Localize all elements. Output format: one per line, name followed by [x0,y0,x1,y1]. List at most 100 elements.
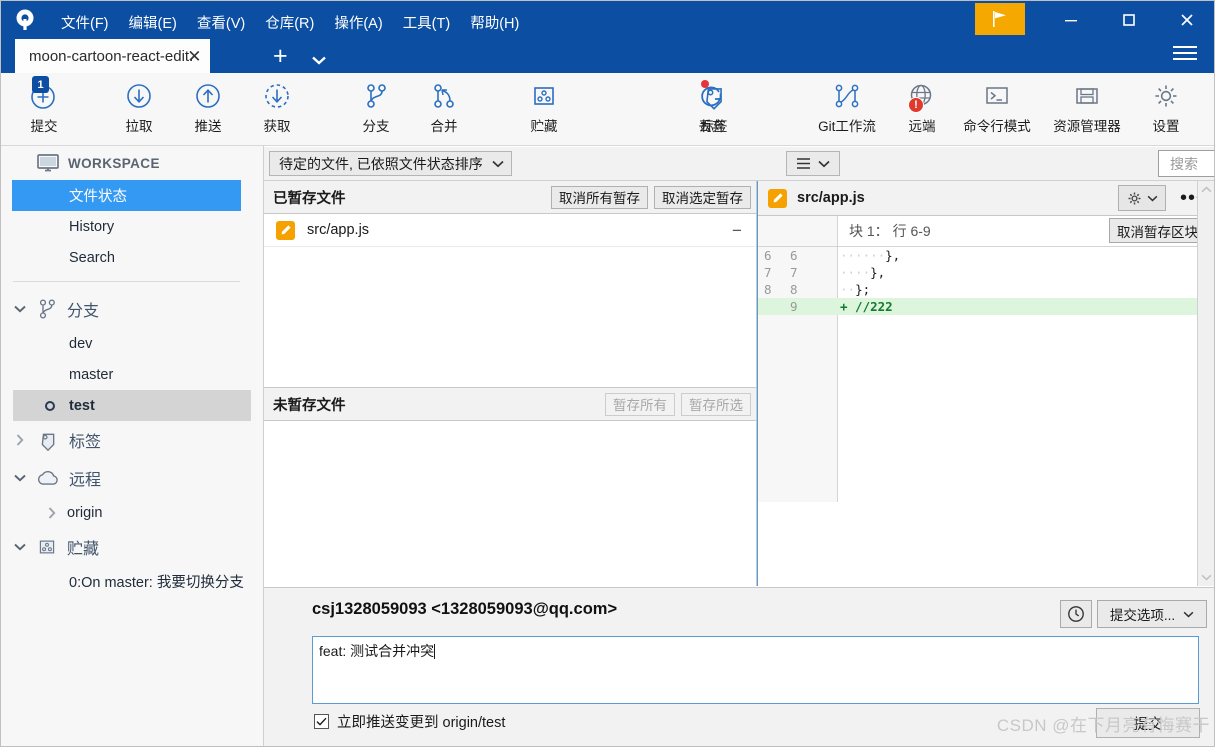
branch-label: test [69,398,95,414]
tab-list-dropdown-button[interactable] [312,52,326,70]
diff-settings-button[interactable] [1118,185,1166,211]
close-icon [1179,12,1195,28]
toolbar-branch-button[interactable]: 分支 [339,79,413,141]
staged-file-row[interactable]: src/app.js − [264,214,756,247]
chevron-down-icon[interactable] [13,305,27,313]
flag-icon [990,9,1010,29]
toolbar-explorer-button[interactable]: 资源管理器 [1041,79,1133,141]
unstage-all-button[interactable]: 取消所有暂存 [551,186,648,209]
sidebar-remote-origin[interactable]: origin [1,497,263,528]
filter-bar: 待定的文件, 已依照文件状态排序 [264,147,1215,181]
scroll-down-button[interactable] [1198,569,1214,586]
chevron-down-icon[interactable] [13,543,27,551]
sidebar-group-branches[interactable]: 分支 [1,290,263,328]
file-sort-dropdown[interactable]: 待定的文件, 已依照文件状态排序 [269,151,512,176]
title-bar: 文件(F) 编辑(E) 查看(V) 仓库(R) 操作(A) 工具(T) 帮助(H… [1,1,1215,73]
stage-selected-button[interactable]: 暂存所选 [681,393,751,416]
chevron-down-icon [312,56,326,65]
chevron-down-icon [492,160,504,168]
close-button[interactable] [1165,3,1209,37]
sidebar-group-label: 标签 [69,428,101,452]
toolbar-tag-button[interactable]: 标签 [677,79,751,141]
scroll-up-button[interactable] [1198,181,1214,198]
workspace-header[interactable]: WORKSPACE [1,146,263,180]
diff-scrollbar[interactable] [1197,181,1214,586]
chevron-up-icon [1201,186,1212,193]
maximize-icon [1121,12,1137,28]
commit-submit-button[interactable]: 提交 [1096,708,1200,738]
commit-area: csj1328059093 <1328059093@qq.com> 提交选项..… [264,587,1215,747]
fetch-dashed-arrow-icon [262,79,292,113]
commit-message-input[interactable]: feat: 测试合并冲突 [312,636,1199,704]
gear-icon [1151,79,1181,113]
sidebar-stash-entry[interactable]: 0:On master: 我要切换分支 [1,566,263,596]
toolbar-pull-button[interactable]: 拉取 [102,79,176,141]
menu-repository[interactable]: 仓库(R) [255,8,324,37]
sidebar: WORKSPACE 文件状态 History Search 分支 [1,146,264,747]
toolbar-branch-label: 分支 [363,115,390,135]
diff-new-line-number: 9 [790,299,832,314]
minimize-icon [1063,12,1079,28]
toolbar-merge-button[interactable]: 合并 [407,79,481,141]
sidebar-item-history[interactable]: History [1,211,263,242]
menu-view[interactable]: 查看(V) [187,8,255,37]
modified-file-icon [768,189,787,208]
monitor-icon [37,154,59,172]
unstage-file-button[interactable]: − [728,222,746,239]
sidebar-branch-dev[interactable]: dev [1,328,263,359]
sidebar-group-stash[interactable]: 贮藏 [1,528,263,566]
push-option-row[interactable]: 立即推送变更到 origin/test [314,711,505,732]
tab-repo-active[interactable]: moon-cartoon-react-edit. ✕ [15,39,210,73]
sidebar-group-label: 贮藏 [67,535,99,559]
toolbar-push-button[interactable]: 推送 [171,79,245,141]
push-up-arrow-icon [193,79,223,113]
chevron-right-icon[interactable] [13,434,27,446]
commit-history-button[interactable] [1060,600,1092,628]
staged-file-name: src/app.js [307,222,716,238]
sidebar-item-file-status[interactable]: 文件状态 [12,180,241,211]
menu-edit[interactable]: 编辑(E) [119,8,187,37]
app-logo-icon [11,7,39,35]
gitflow-icon [831,79,863,113]
menu-file[interactable]: 文件(F) [51,8,119,37]
tab-close-icon[interactable]: ✕ [187,48,201,65]
minimize-button[interactable] [1049,3,1093,37]
sidebar-group-tags[interactable]: 标签 [1,421,263,459]
view-mode-dropdown[interactable] [786,151,840,176]
sidebar-group-remotes[interactable]: 远程 [1,459,263,497]
commit-options-dropdown[interactable]: 提交选项... [1097,600,1207,628]
toolbar-settings-button[interactable]: 设置 [1129,79,1203,141]
sidebar-item-search[interactable]: Search [1,242,263,273]
toolbar-fetch-button[interactable]: 获取 [240,79,314,141]
new-tab-button[interactable]: + [273,44,288,69]
diff-hunk-header: 块 1： 行 6-9 取消暂存区块 [758,216,1215,247]
sidebar-branch-master[interactable]: master [1,359,263,390]
sidebar-item-label: Search [69,250,115,266]
maximize-button[interactable] [1107,3,1151,37]
toolbar-stash-button[interactable]: 贮藏 [507,79,581,141]
menu-tools[interactable]: 工具(T) [393,8,461,37]
commit-plus-icon: 1 [29,79,59,113]
chevron-down-icon[interactable] [13,474,27,482]
sidebar-group-label: 远程 [69,466,101,490]
search-input[interactable] [1168,155,1215,173]
chevron-right-icon[interactable] [45,507,59,519]
search-box[interactable] [1158,150,1215,177]
tag-icon [699,79,729,113]
commit-author-label: csj1328059093 <1328059093@qq.com> [312,600,617,619]
toolbar-tag-label: 标签 [701,115,728,135]
flag-button[interactable] [975,3,1025,35]
push-checkbox[interactable] [314,714,329,729]
diff-new-line-number: 6 [790,248,832,263]
toolbar-gitflow-button[interactable]: Git工作流 [801,79,893,141]
menu-help[interactable]: 帮助(H) [460,8,529,37]
unstage-selected-button[interactable]: 取消选定暂存 [654,186,751,209]
sidebar-branch-test[interactable]: test [13,390,251,421]
clock-icon [1067,605,1085,623]
stage-all-button[interactable]: 暂存所有 [605,393,675,416]
toolbar-remote-button[interactable]: ! 远端 [885,79,959,141]
menu-actions[interactable]: 操作(A) [324,8,392,37]
toolbar-terminal-button[interactable]: 命令行模式 [951,79,1043,141]
toolbar-commit-button[interactable]: 1 提交 [7,79,81,141]
unstage-hunk-button[interactable]: 取消暂存区块 [1109,218,1206,243]
